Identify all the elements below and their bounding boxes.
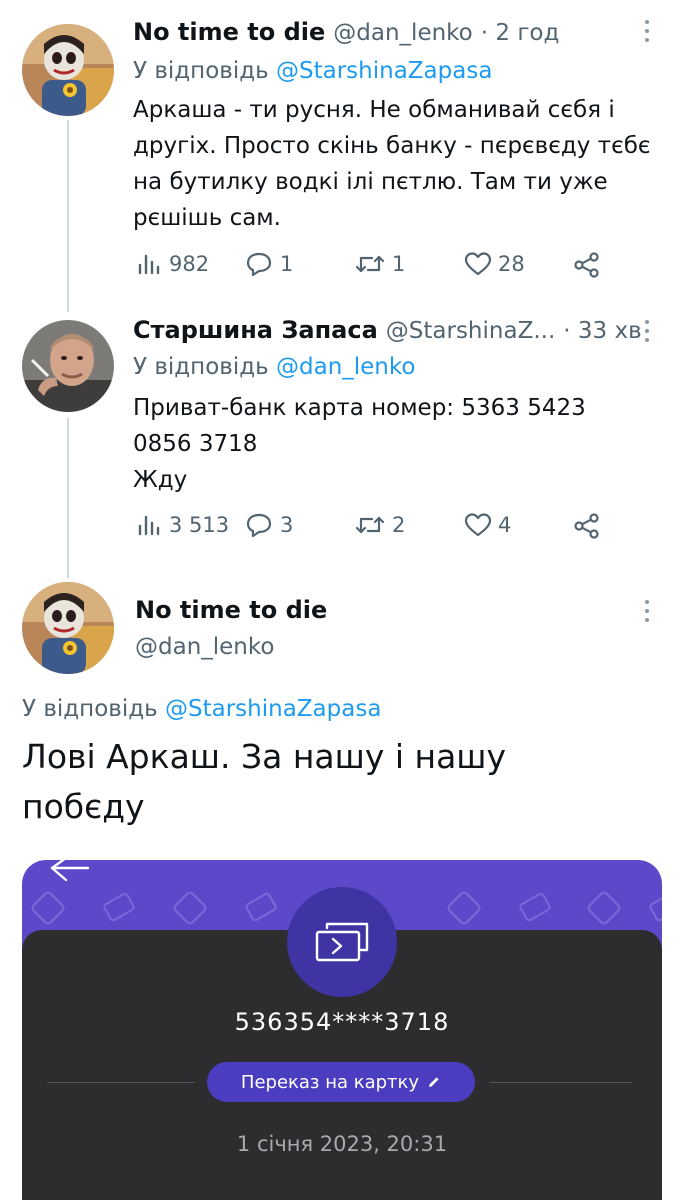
views-button[interactable]: 982 — [137, 251, 209, 277]
analytics-icon — [138, 515, 160, 536]
reply-mention-link[interactable]: @dan_lenko — [276, 354, 415, 380]
card-number: 536354****3718 — [234, 1008, 450, 1036]
more-options-icon[interactable] — [644, 320, 650, 342]
tweet-text-line: на бутилку водкі ілі пєтлю. Там ти уже — [133, 169, 608, 195]
tweet-text-line: рєшішь сам. — [133, 205, 281, 231]
author-handle[interactable]: @dan_lenko — [135, 634, 274, 660]
author-handle[interactable]: @StarshinaZ... — [386, 318, 555, 344]
transfer-type-label: Переказ на картку — [240, 1071, 420, 1093]
more-options-icon[interactable] — [644, 20, 650, 42]
retweet-count: 2 — [392, 513, 406, 537]
analytics-icon — [138, 254, 160, 275]
like-count: 28 — [498, 252, 525, 276]
reply-icon — [246, 513, 272, 538]
author-name[interactable]: Старшина Запаса — [133, 316, 378, 344]
reply-count: 1 — [280, 252, 294, 276]
tweet-text-line: побєду — [22, 787, 145, 826]
reply-mention-link[interactable]: @StarshinaZapasa — [165, 696, 381, 722]
tweet-text-line: Лові Аркаш. За нашу і нашу — [22, 737, 507, 776]
tweet-timestamp[interactable]: · 33 хв — [563, 318, 641, 344]
author-name[interactable]: No time to die — [135, 596, 327, 624]
thread-line — [67, 418, 69, 578]
tweet-text-line: Аркаша - ти русня. Не обманивай сєбя і — [133, 97, 615, 123]
thread-line — [67, 120, 69, 312]
tweet-text-line: другіх. Просто скінь банку - пєрєвєду тє… — [133, 133, 651, 159]
divider — [490, 1082, 632, 1083]
reply-context: У відповідь @dan_lenko — [133, 354, 415, 380]
share-icon — [574, 252, 599, 278]
attached-image[interactable]: 536354****3718 Переказ на картку 1 січня… — [22, 860, 662, 1200]
tweet-text: Лові Аркаш. За нашу і нашу побєду — [22, 732, 662, 832]
reply-prefix: У відповідь — [22, 696, 158, 722]
reply-button[interactable]: 3 — [244, 512, 293, 538]
like-button[interactable]: 4 — [464, 512, 511, 538]
share-button[interactable] — [573, 251, 601, 279]
avatar[interactable] — [22, 320, 114, 412]
author-name[interactable]: No time to die — [133, 18, 325, 46]
reply-icon — [246, 252, 272, 277]
tweet-text: Аркаша - ти русня. Не обманивай сєбя і д… — [133, 92, 673, 236]
heart-icon — [464, 513, 492, 537]
divider — [47, 1082, 195, 1083]
reply-count: 3 — [280, 513, 294, 537]
like-count: 4 — [498, 513, 512, 537]
transfer-type-badge[interactable]: Переказ на картку — [207, 1062, 475, 1102]
views-count: 982 — [169, 252, 210, 276]
reply-prefix: У відповідь — [133, 354, 269, 380]
avatar[interactable] — [22, 582, 114, 674]
heart-icon — [464, 252, 492, 276]
transfer-icon-circle — [287, 887, 397, 997]
tweet-text: Приват-банк карта номер: 5363 5423 0856 … — [133, 390, 673, 498]
retweet-icon — [355, 516, 385, 534]
share-icon — [574, 513, 599, 539]
reply-button[interactable]: 1 — [244, 251, 293, 277]
tweet-text-line: 0856 3718 — [133, 431, 258, 457]
reply-prefix: У відповідь — [133, 58, 269, 84]
retweet-button[interactable]: 2 — [354, 512, 405, 538]
card-transfer-icon — [315, 922, 369, 962]
retweet-button[interactable]: 1 — [354, 251, 405, 277]
like-button[interactable]: 28 — [464, 251, 525, 277]
reply-context: У відповідь @StarshinaZapasa — [22, 696, 381, 722]
retweet-count: 1 — [392, 252, 406, 276]
tweet-timestamp[interactable]: · 2 год — [481, 20, 560, 46]
author-handle[interactable]: @dan_lenko — [333, 20, 472, 46]
avatar[interactable] — [22, 24, 114, 116]
more-options-icon[interactable] — [644, 600, 650, 622]
back-arrow-icon — [50, 860, 90, 882]
transfer-date: 1 січня 2023, 20:31 — [236, 1132, 448, 1156]
views-count: 3 513 — [169, 513, 230, 537]
reply-context: У відповідь @StarshinaZapasa — [133, 58, 492, 84]
reply-mention-link[interactable]: @StarshinaZapasa — [276, 58, 492, 84]
retweet-icon — [355, 255, 385, 273]
share-button[interactable] — [573, 512, 601, 540]
tweet-text-line: Жду — [133, 467, 188, 493]
pencil-icon — [429, 1077, 439, 1087]
tweet-text-line: Приват-банк карта номер: 5363 5423 — [133, 395, 586, 421]
views-button[interactable]: 3 513 — [137, 512, 229, 538]
